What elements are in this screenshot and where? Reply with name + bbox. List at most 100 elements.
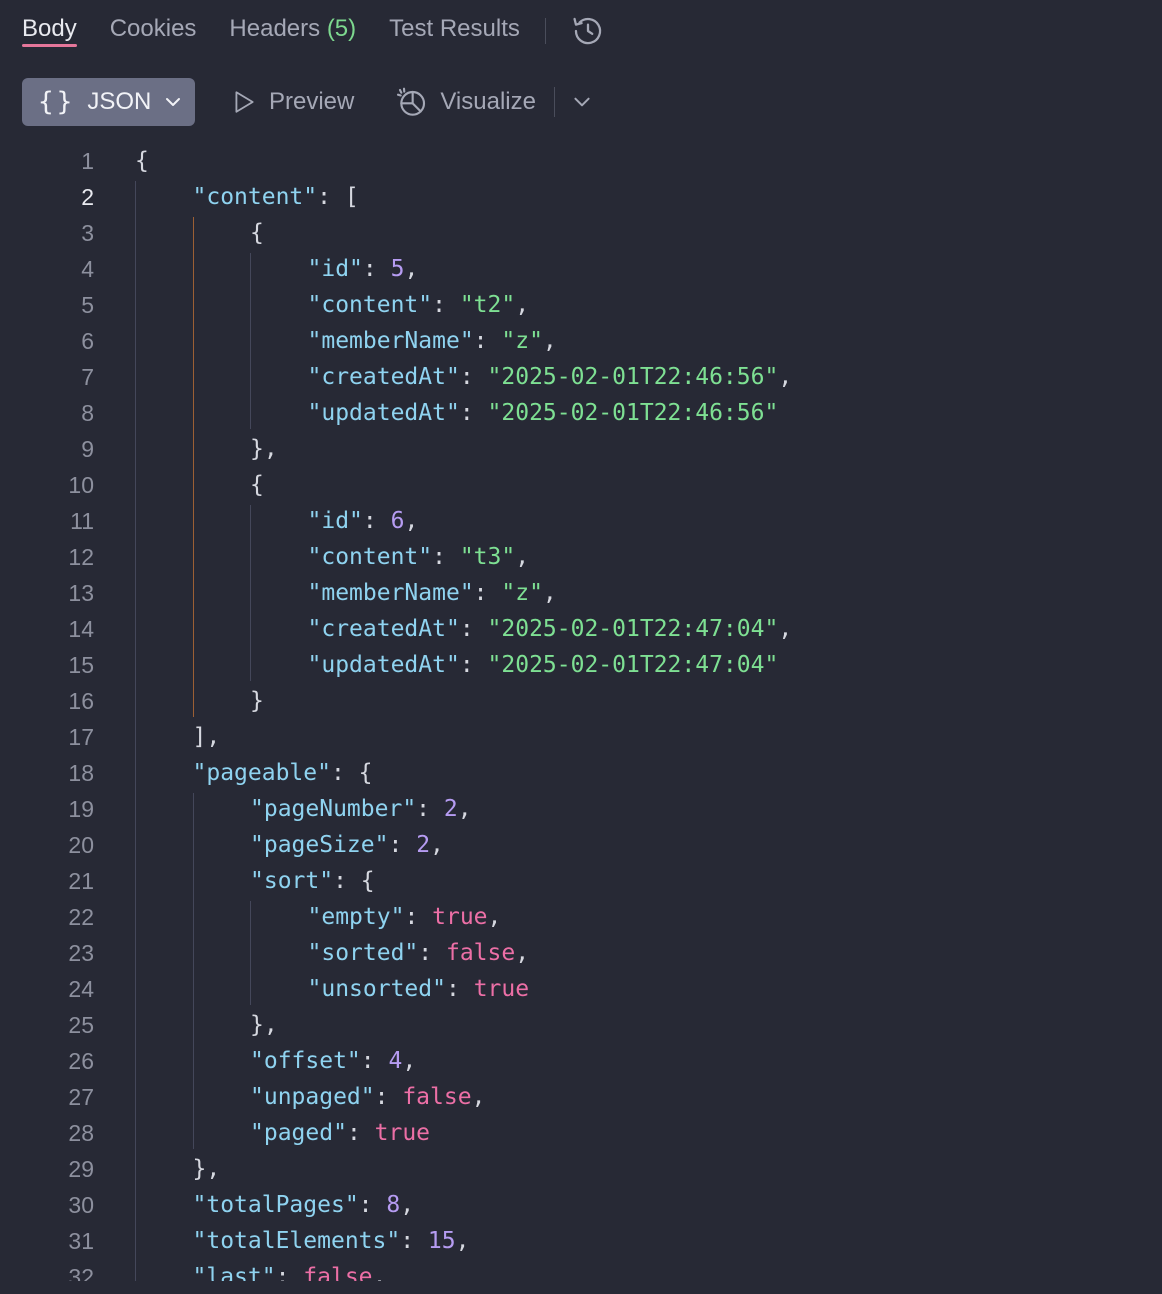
code-text: "updatedAt": "2025-02-01T22:46:56" bbox=[308, 395, 779, 431]
code-text: "id": 6, bbox=[308, 503, 419, 539]
json-punct: ], bbox=[192, 724, 221, 750]
json-punct: , bbox=[487, 904, 502, 930]
line-number: 17 bbox=[68, 724, 94, 750]
json-number: 5 bbox=[390, 256, 405, 282]
line-number: 26 bbox=[68, 1048, 94, 1074]
json-key: "paged" bbox=[250, 1120, 347, 1146]
format-dropdown[interactable]: {} JSON bbox=[22, 78, 195, 126]
json-punct: , bbox=[372, 1264, 387, 1281]
line-number: 19 bbox=[68, 796, 94, 822]
code-text: ], bbox=[193, 719, 221, 755]
json-punct: : bbox=[459, 616, 488, 642]
tab-cookies-label: Cookies bbox=[109, 15, 197, 42]
json-string: "z" bbox=[501, 580, 543, 606]
json-punct: , bbox=[542, 328, 557, 354]
json-key: "createdAt" bbox=[307, 616, 460, 642]
code-text: "totalPages": 8, bbox=[193, 1187, 415, 1223]
tab-cookies[interactable]: Cookies bbox=[110, 0, 197, 47]
json-punct: , bbox=[515, 292, 530, 318]
json-key: "pageSize" bbox=[250, 832, 389, 858]
json-punct: : bbox=[432, 292, 460, 318]
line-number: 12 bbox=[68, 544, 94, 570]
json-punct: : { bbox=[330, 760, 373, 786]
code-text: "content": "t3", bbox=[308, 539, 530, 575]
json-key: "sort" bbox=[250, 868, 334, 894]
json-punct: , bbox=[455, 1228, 470, 1254]
code-text: "createdAt": "2025-02-01T22:47:04", bbox=[308, 611, 793, 647]
json-punct: : bbox=[358, 1192, 387, 1218]
json-number: 8 bbox=[386, 1192, 401, 1218]
json-boolean: false bbox=[402, 1084, 472, 1110]
json-key: "pageable" bbox=[192, 760, 331, 786]
json-string: "2025-02-01T22:47:04" bbox=[487, 616, 779, 642]
preview-button[interactable]: Preview bbox=[231, 88, 354, 116]
code-text: "sorted": false, bbox=[308, 935, 530, 971]
json-key: "createdAt" bbox=[307, 364, 460, 390]
code-text: "content": "t2", bbox=[308, 287, 530, 323]
json-key: "sorted" bbox=[307, 940, 419, 966]
json-number: 4 bbox=[388, 1048, 403, 1074]
history-icon bbox=[573, 17, 602, 45]
code-text: "empty": true, bbox=[308, 899, 502, 935]
json-punct: , bbox=[404, 508, 419, 534]
code-text: "content": [ bbox=[193, 179, 359, 215]
json-punct: : { bbox=[333, 868, 375, 894]
indent-guide bbox=[250, 253, 251, 429]
json-key: "content" bbox=[307, 292, 433, 318]
indent-guide bbox=[135, 181, 136, 1281]
json-number: 2 bbox=[443, 796, 458, 822]
json-punct: : bbox=[459, 652, 488, 678]
json-punct: , bbox=[778, 364, 793, 390]
json-string: "2025-02-01T22:46:56" bbox=[487, 364, 779, 390]
code-text: }, bbox=[193, 1151, 221, 1187]
json-punct: }, bbox=[250, 1012, 278, 1038]
json-key: "last" bbox=[192, 1264, 276, 1281]
indent-guide bbox=[193, 217, 194, 717]
visualize-icon bbox=[397, 87, 426, 116]
code-text: }, bbox=[250, 431, 278, 467]
json-punct: : bbox=[432, 544, 460, 570]
code-text: { bbox=[135, 143, 149, 179]
code-text: "sort": { bbox=[250, 863, 375, 899]
tab-test-results[interactable]: Test Results bbox=[389, 0, 520, 47]
line-number: 9 bbox=[81, 436, 94, 462]
code-text: "memberName": "z", bbox=[308, 323, 557, 359]
json-punct: : bbox=[275, 1264, 304, 1281]
json-key: "id" bbox=[307, 508, 363, 534]
code-text: { bbox=[250, 467, 264, 503]
tab-test-results-label: Test Results bbox=[389, 15, 520, 42]
line-number: 18 bbox=[68, 760, 94, 786]
json-key: "content" bbox=[192, 184, 318, 210]
tab-body[interactable]: Body bbox=[22, 0, 77, 47]
headers-count-badge: (5) bbox=[326, 15, 357, 42]
history-button[interactable] bbox=[570, 13, 606, 49]
json-punct: : bbox=[473, 580, 502, 606]
code-text: "createdAt": "2025-02-01T22:46:56", bbox=[308, 359, 793, 395]
json-punct: : bbox=[416, 796, 444, 822]
json-punct: : bbox=[362, 508, 391, 534]
tab-headers[interactable]: Headers (5) bbox=[229, 0, 356, 47]
tab-body-label: Body bbox=[22, 15, 77, 42]
json-punct: : bbox=[346, 1120, 375, 1146]
json-punct: : bbox=[473, 328, 502, 354]
json-string: "z" bbox=[501, 328, 543, 354]
preview-label: Preview bbox=[269, 88, 355, 115]
line-number: 13 bbox=[68, 580, 94, 606]
code-text: { bbox=[250, 215, 264, 251]
json-punct: : [ bbox=[317, 184, 359, 210]
json-punct: : bbox=[388, 832, 417, 858]
chevron-down-icon bbox=[163, 92, 183, 112]
json-punct: : bbox=[459, 400, 488, 426]
json-response-viewer[interactable]: 1{2 "content": [3{4 "id": 5, 5 "content": "t… bbox=[0, 143, 1162, 1281]
code-text: "pageable": { bbox=[193, 755, 373, 791]
json-key: "empty" bbox=[307, 904, 405, 930]
code-text: "id": 5, bbox=[308, 251, 419, 287]
json-key: "totalElements" bbox=[192, 1228, 401, 1254]
line-number: 8 bbox=[81, 400, 94, 426]
visualize-button[interactable]: Visualize bbox=[396, 86, 536, 118]
visualize-options-button[interactable] bbox=[571, 91, 593, 113]
json-key: "memberName" bbox=[307, 328, 474, 354]
json-punct: , bbox=[515, 940, 530, 966]
json-punct: , bbox=[471, 1084, 486, 1110]
json-punct: { bbox=[250, 220, 264, 246]
